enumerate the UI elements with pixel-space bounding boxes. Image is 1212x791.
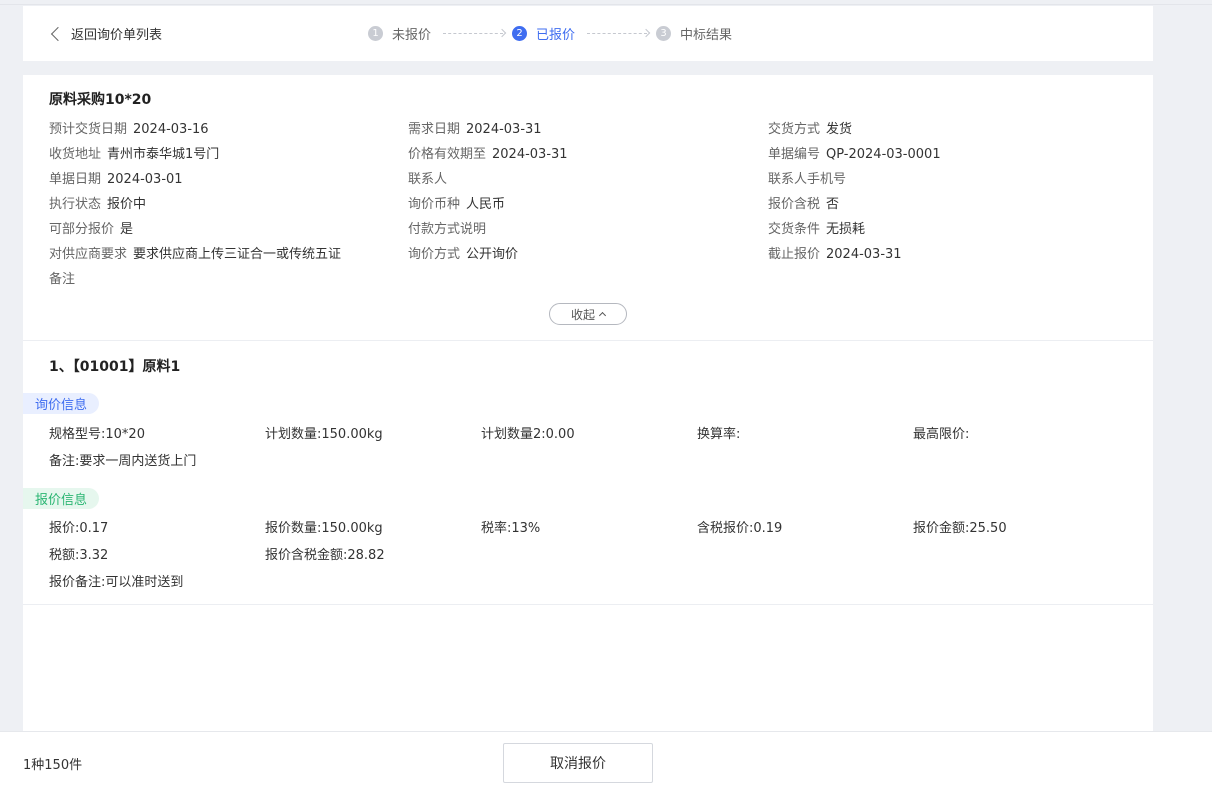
info-field: 报价含税否: [768, 197, 840, 212]
info-field: 需求日期 2024-03-31: [408, 122, 542, 137]
info-field: 价格有效期至 2024-03-31: [408, 147, 568, 162]
cancel-quote-button[interactable]: 取消报价: [503, 743, 653, 783]
quote-field: 税率:13%: [481, 521, 541, 536]
field-row: 规格型号:10*20 计划数量:150.00kg 计划数量2:0.00 换算率:…: [49, 419, 1149, 446]
inquiry-info-tag: 询价信息: [23, 393, 100, 414]
info-field: 预计交货日期 2024-03-16: [49, 122, 209, 137]
field-row: 报价备注:可以准时送到: [49, 567, 1149, 594]
progress-steps: 1 未报价 2 已报价 3 中标结果: [368, 6, 732, 61]
step-number: 2: [512, 26, 528, 41]
quote-fields: 报价:0.17 报价数量:150.00kg 税率:13% 含税报价:0.19 报…: [49, 513, 1149, 594]
step-number: 1: [368, 26, 383, 41]
info-row: 备注: [49, 265, 1129, 290]
step-label: 中标结果: [680, 28, 733, 43]
quote-field: 报价含税金额:28.82: [265, 548, 385, 563]
info-row: 执行状态 报价中 询价币种 人民币 报价含税否: [49, 190, 1129, 215]
quote-field: 报价备注:可以准时送到: [49, 575, 184, 590]
quote-field: 含税报价:0.19: [697, 521, 783, 536]
info-field: 询价币种 人民币: [408, 197, 506, 212]
collapse-button[interactable]: 收起: [549, 303, 627, 325]
top-border: [0, 4, 1212, 5]
info-field: 交货条件 无损耗: [768, 222, 866, 237]
info-field: 询价方式 公开询价: [408, 247, 519, 262]
footer-bar: 1种150件 取消报价: [0, 731, 1212, 791]
info-row: 可部分报价是 付款方式说明 交货条件 无损耗: [49, 215, 1129, 240]
collapse-label: 收起: [570, 307, 595, 322]
document-title: 原料采购10*20: [49, 92, 152, 108]
quote-field: 税额:3.32: [49, 548, 109, 563]
inquiry-field: 最高限价:: [913, 427, 970, 442]
quote-field: 报价:0.17: [49, 521, 109, 536]
info-field: 付款方式说明: [408, 222, 487, 237]
field-row: 报价:0.17 报价数量:150.00kg 税率:13% 含税报价:0.19 报…: [49, 513, 1149, 540]
info-field: 联系人手机号: [768, 172, 847, 187]
info-field: 执行状态 报价中: [49, 197, 147, 212]
step-number: 3: [656, 26, 672, 41]
item-title: 1、【01001】原料1: [49, 359, 181, 375]
inquiry-field: 计划数量:150.00kg: [265, 427, 383, 442]
info-row: 收货地址 青州市泰华城1号门 价格有效期至 2024-03-31 单据编号 QP-20…: [49, 140, 1129, 165]
inquiry-field: 规格型号:10*20: [49, 427, 145, 442]
field-row: 备注:要求一周内送货上门: [49, 446, 1149, 473]
info-field: 可部分报价是: [49, 222, 134, 237]
inquiry-field: 计划数量2:0.00: [481, 427, 575, 442]
document-info-grid: 预计交货日期 2024-03-16 需求日期 2024-03-31 交货方式 发货 收…: [49, 115, 1129, 290]
chevron-left-icon: [50, 26, 66, 41]
info-row: 对供应商要求 要求供应商上传三证合一或传统五证 询价方式 公开询价 截止报价 2024…: [49, 240, 1129, 265]
quote-field: 报价数量:150.00kg: [265, 521, 383, 536]
step-not-quoted: 1 未报价: [368, 24, 431, 43]
step-label: 已报价: [536, 28, 576, 43]
field-row: 税额:3.32 报价含税金额:28.82: [49, 540, 1149, 567]
info-field: 截止报价 2024-03-31: [768, 247, 902, 262]
divider: [23, 340, 1153, 341]
back-label: 返回询价单列表: [71, 28, 163, 43]
info-field: 收货地址 青州市泰华城1号门: [49, 147, 220, 162]
info-field: 对供应商要求 要求供应商上传三证合一或传统五证: [49, 247, 342, 262]
item-summary: 1种150件: [23, 758, 83, 773]
info-field: 交货方式 发货: [768, 122, 853, 137]
step-arrow: [587, 33, 648, 34]
header-bar: 返回询价单列表 1 未报价 2 已报价 3 中标结果: [23, 6, 1153, 61]
inquiry-field: 换算率:: [697, 427, 741, 442]
step-award-result: 3 中标结果: [656, 24, 732, 43]
chevron-up-icon: [598, 311, 607, 320]
inquiry-fields: 规格型号:10*20 计划数量:150.00kg 计划数量2:0.00 换算率:…: [49, 419, 1149, 473]
info-field: 备注: [49, 272, 76, 287]
quote-info-tag: 报价信息: [23, 488, 100, 509]
divider: [23, 604, 1153, 605]
main-panel: 原料采购10*20 预计交货日期 2024-03-16 需求日期 2024-03-3…: [23, 75, 1153, 731]
inquiry-field: 备注:要求一周内送货上门: [49, 454, 197, 469]
info-field: 单据日期 2024-03-01: [49, 172, 183, 187]
step-quoted: 2 已报价: [512, 24, 575, 43]
quote-field: 报价金额:25.50: [913, 521, 1007, 536]
info-row: 单据日期 2024-03-01 联系人 联系人手机号: [49, 165, 1129, 190]
info-row: 预计交货日期 2024-03-16 需求日期 2024-03-31 交货方式 发货: [49, 115, 1129, 140]
info-field: 联系人: [408, 172, 448, 187]
info-field: 单据编号 QP-2024-03-0001: [768, 147, 941, 162]
step-label: 未报价: [392, 28, 432, 43]
step-arrow: [443, 33, 504, 34]
back-to-list-link[interactable]: 返回询价单列表: [49, 6, 162, 61]
